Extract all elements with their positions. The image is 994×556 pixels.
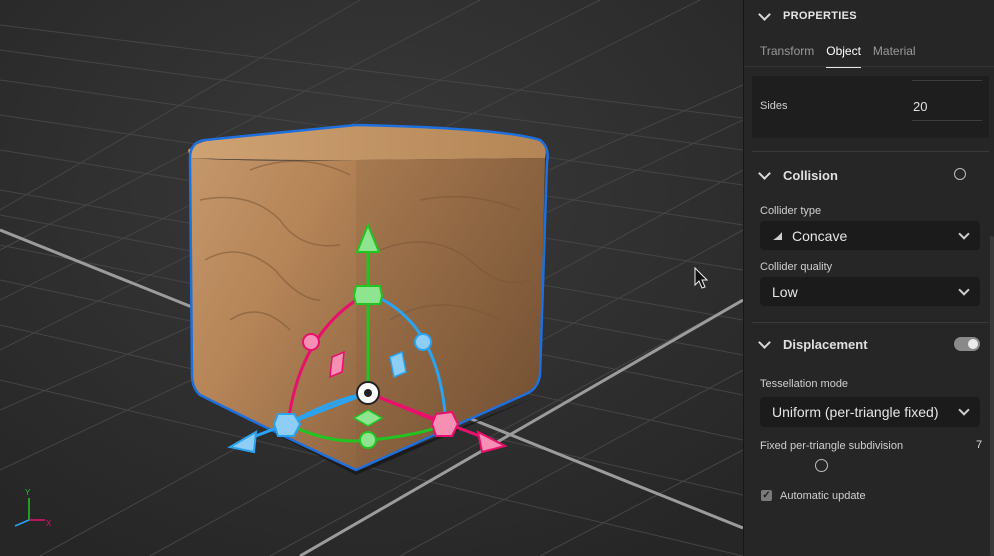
collider-type-label: Collider type [760,205,822,217]
sides-value-input[interactable]: 20 [913,99,927,114]
3d-viewport[interactable]: Y X [0,0,743,556]
displacement-toggle[interactable] [954,337,980,351]
chevron-down-icon [758,335,771,349]
collision-header[interactable]: Collision [744,160,838,190]
collision-status-ring-icon[interactable] [954,168,966,180]
tab-transform[interactable]: Transform [760,44,814,68]
axis-label-y: Y [25,488,31,497]
tab-material[interactable]: Material [873,44,916,68]
sides-label: Sides [760,100,788,112]
chevron-down-icon [958,228,970,240]
tessellation-mode-value: Uniform (per-triangle fixed) [772,404,939,420]
tab-divider [744,66,994,67]
collider-quality-label: Collider quality [760,261,833,273]
gizmo-rotate-handle-y[interactable] [359,431,377,449]
chevron-down-icon [958,284,970,296]
tab-object[interactable]: Object [826,44,861,68]
section-divider [752,322,989,323]
subdivision-label: Fixed per-triangle subdivision [760,440,904,452]
properties-title: PROPERTIES [783,10,857,22]
chevron-down-icon [758,7,771,21]
chevron-down-icon [758,166,771,180]
subdivision-value: 7 [976,439,983,451]
collider-quality-value: Low [772,283,798,300]
gizmo-center-dot [364,389,372,397]
tessellation-mode-label: Tessellation mode [760,378,849,390]
chevron-down-icon [958,404,970,416]
collider-type-value: Concave [792,227,848,244]
automatic-update-label: Automatic update [780,490,866,502]
object-settings-box: Sides 20 [752,76,989,138]
axis-label-x: X [46,519,52,528]
collider-type-select[interactable]: Concave [760,221,980,250]
section-divider [752,151,989,152]
gizmo-z-scale-handle[interactable] [272,413,302,437]
properties-header[interactable]: PROPERTIES [744,1,857,31]
properties-tabs: Transform Object Material [760,44,928,68]
gizmo-rotate-handle-z[interactable] [414,333,432,351]
collider-quality-select[interactable]: Low [760,277,980,306]
properties-panel: PROPERTIES Transform Object Material Sid… [743,0,994,556]
gizmo-x-scale-handle[interactable] [430,410,460,437]
displacement-header[interactable]: Displacement [744,329,868,359]
gizmo-y-scale-handle[interactable] [352,285,384,305]
displacement-title: Displacement [783,336,868,352]
subdivision-slider-handle[interactable] [815,459,828,472]
concave-shape-icon [773,231,782,240]
gizmo-rotate-handle-x[interactable] [302,333,320,351]
toggle-knob [968,339,978,349]
sides-field-underline [912,120,982,121]
field-underline [912,80,982,81]
collision-title: Collision [783,167,838,183]
tessellation-mode-select[interactable]: Uniform (per-triangle fixed) [760,397,980,427]
automatic-update-checkbox[interactable]: ✓ [761,490,772,501]
panel-scrollbar[interactable] [990,236,994,556]
